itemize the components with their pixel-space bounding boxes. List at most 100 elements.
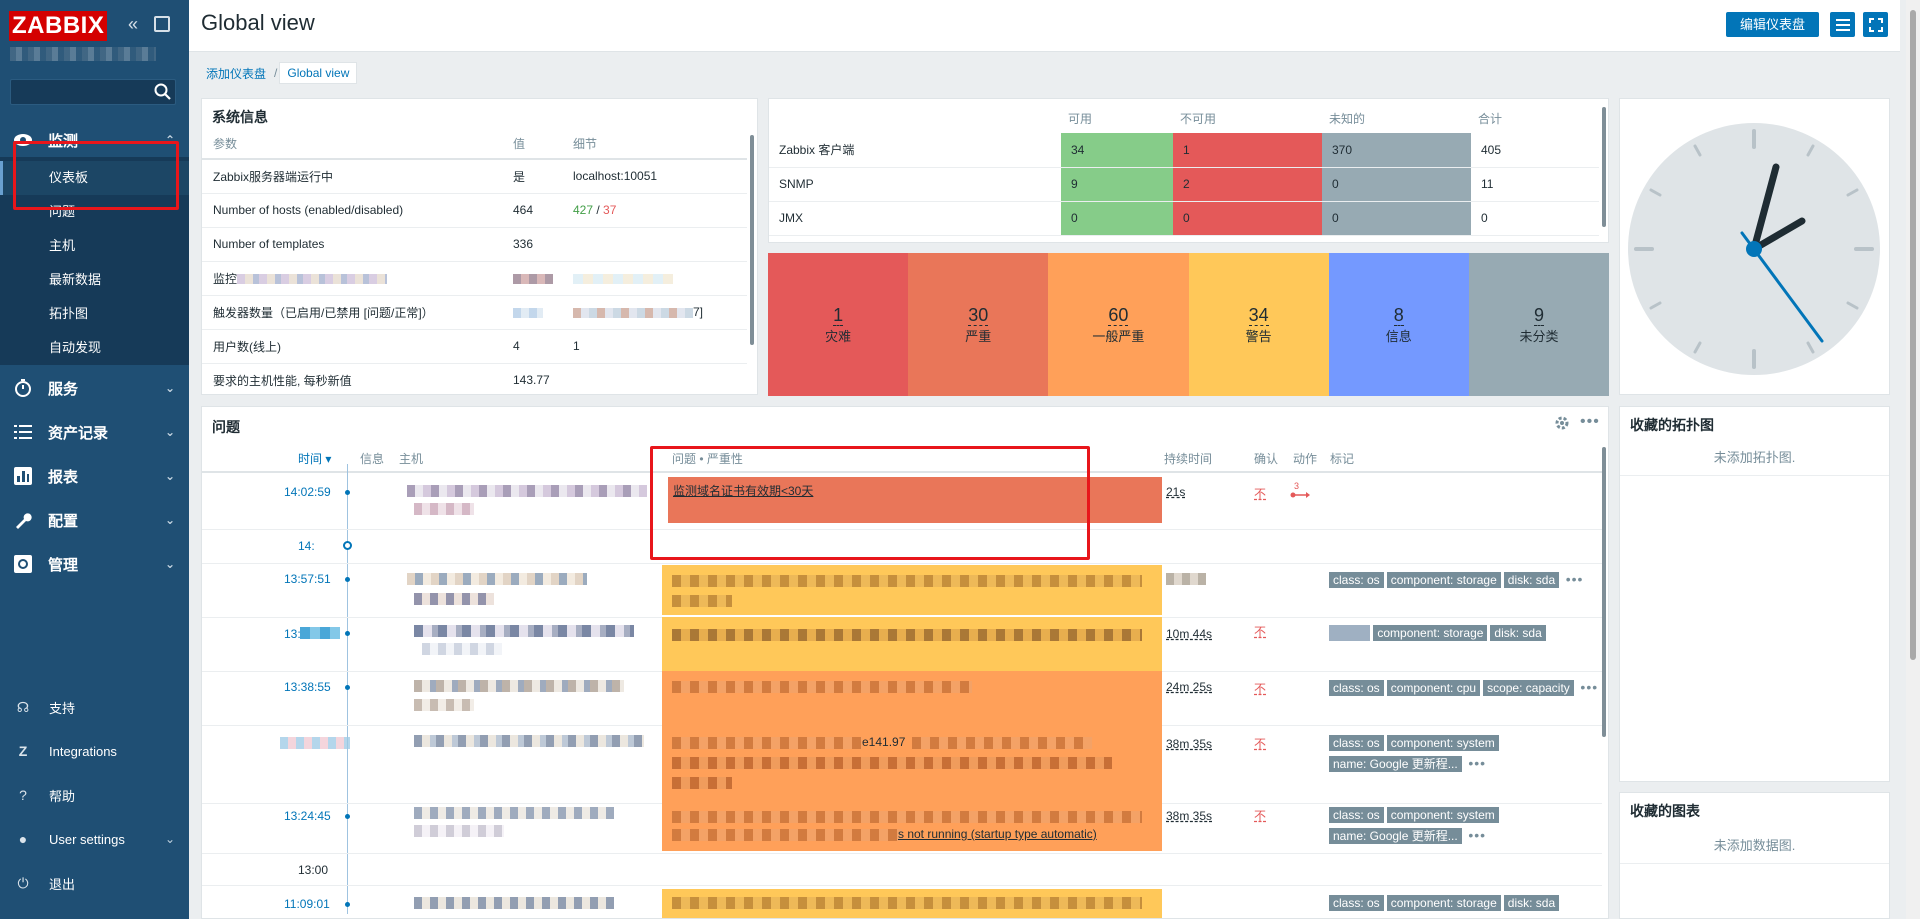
- tag[interactable]: component: system: [1386, 735, 1499, 751]
- submenu-discovery[interactable]: 自动发现: [0, 331, 189, 365]
- page-scrollbar-thumb[interactable]: [1910, 10, 1916, 660]
- row-available[interactable]: 9: [1061, 167, 1173, 202]
- tag[interactable]: class: os: [1329, 680, 1384, 696]
- edit-dashboard-button[interactable]: 编辑仪表盘: [1726, 12, 1819, 37]
- menu-reports[interactable]: 报表 ⌄: [0, 454, 189, 498]
- gear-icon[interactable]: [1554, 415, 1570, 431]
- system-info-scrollbar[interactable]: [750, 135, 754, 345]
- problem-cell[interactable]: e141.97: [662, 725, 1162, 803]
- problem-time[interactable]: 14:: [298, 539, 315, 553]
- problem-time[interactable]: 13:00: [298, 863, 328, 877]
- problem-duration[interactable]: 38m 35s: [1166, 737, 1212, 751]
- more-tags-icon[interactable]: •••: [1468, 755, 1486, 771]
- col-host[interactable]: 主机: [399, 450, 423, 467]
- breadcrumb-current[interactable]: Global view: [279, 62, 358, 84]
- sidebar-search-input[interactable]: [10, 79, 176, 105]
- menu-signout[interactable]: ⏻ 退出: [0, 865, 189, 901]
- menu-help[interactable]: ? 帮助: [0, 777, 189, 813]
- problem-cell[interactable]: [662, 565, 1162, 615]
- tag[interactable]: scope: capacity: [1483, 680, 1574, 696]
- row-unknown[interactable]: 370: [1322, 133, 1471, 168]
- submenu-hosts[interactable]: 主机: [0, 229, 189, 263]
- problem-duration[interactable]: 10m 44s: [1166, 627, 1212, 641]
- problem-time[interactable]: 13:24:45: [284, 809, 331, 823]
- problem-duration[interactable]: 24m 25s: [1166, 680, 1212, 694]
- tag[interactable]: component: storage: [1373, 625, 1488, 641]
- row-available[interactable]: 0: [1061, 201, 1173, 236]
- submenu-latest-data[interactable]: 最新数据: [0, 263, 189, 297]
- tag[interactable]: disk: sda: [1503, 572, 1560, 588]
- row-unavailable[interactable]: 0: [1173, 201, 1322, 236]
- tag[interactable]: name: Google 更新程...: [1329, 756, 1462, 772]
- row-available[interactable]: 34: [1061, 133, 1173, 168]
- problems-scrollbar[interactable]: [1602, 447, 1606, 737]
- fullscreen-button[interactable]: [1863, 12, 1888, 37]
- problem-duration[interactable]: 21s: [1166, 485, 1185, 499]
- severity-not-classified[interactable]: 9 未分类: [1468, 253, 1610, 396]
- tag[interactable]: class: os: [1329, 895, 1384, 911]
- row-total[interactable]: 0: [1471, 201, 1599, 236]
- tag[interactable]: component: cpu: [1386, 680, 1481, 696]
- tag[interactable]: component: storage: [1386, 572, 1501, 588]
- col-time[interactable]: 时间 ▾: [298, 450, 331, 467]
- tag[interactable]: component: storage: [1386, 895, 1501, 911]
- problem-cell[interactable]: [662, 617, 1162, 671]
- menu-support[interactable]: ☊ 支持: [0, 689, 189, 725]
- dashboard-actions-button[interactable]: [1830, 12, 1855, 37]
- more-tags-icon[interactable]: •••: [1580, 679, 1598, 695]
- problem-ack[interactable]: 不: [1254, 623, 1266, 640]
- more-options-icon[interactable]: •••: [1580, 413, 1600, 431]
- problem-time[interactable]: 13:57:51: [284, 572, 331, 586]
- page-scrollbar[interactable]: [1906, 0, 1920, 919]
- submenu-maps[interactable]: 拓扑图: [0, 297, 189, 331]
- menu-inventory[interactable]: 资产记录 ⌄: [0, 410, 189, 454]
- problem-time[interactable]: 13:38:55: [284, 680, 331, 694]
- kiosk-mode-icon[interactable]: [154, 16, 170, 32]
- host-availability-scrollbar[interactable]: [1602, 107, 1606, 227]
- severity-disaster[interactable]: 1 灾难: [768, 253, 909, 396]
- tag[interactable]: component: system: [1386, 807, 1499, 823]
- problem-fragment[interactable]: s not running (startup type automatic): [898, 827, 1097, 841]
- collapse-sidebar-icon[interactable]: «: [128, 14, 146, 34]
- action-count[interactable]: 3: [1294, 481, 1299, 491]
- menu-integrations[interactable]: Z Integrations: [0, 733, 189, 769]
- more-tags-icon[interactable]: •••: [1468, 827, 1486, 843]
- menu-administration[interactable]: 管理 ⌄: [0, 542, 189, 586]
- tag[interactable]: class: os: [1329, 572, 1384, 588]
- problem-ack[interactable]: 不: [1254, 735, 1266, 752]
- more-tags-icon[interactable]: •••: [1566, 571, 1584, 587]
- menu-services[interactable]: 服务 ⌄: [0, 366, 189, 410]
- problem-cell[interactable]: [662, 671, 1162, 725]
- problem-time[interactable]: 13:: [284, 627, 301, 641]
- problem-ack[interactable]: 不: [1254, 485, 1266, 502]
- tag[interactable]: [1329, 625, 1371, 641]
- problem-ack[interactable]: 不: [1254, 680, 1266, 697]
- severity-information[interactable]: 8 信息: [1328, 253, 1469, 396]
- row-total[interactable]: 11: [1471, 167, 1599, 202]
- problem-ack[interactable]: 不: [1254, 807, 1266, 824]
- menu-configuration[interactable]: 配置 ⌄: [0, 498, 189, 542]
- action-arrow-icon[interactable]: [1290, 491, 1310, 499]
- severity-warning[interactable]: 34 警告: [1188, 253, 1329, 396]
- problem-cell[interactable]: [662, 889, 1162, 918]
- problem-duration[interactable]: 38m 35s: [1166, 809, 1212, 823]
- menu-user-settings[interactable]: ● User settings ⌄: [0, 821, 189, 857]
- severity-high[interactable]: 30 严重: [908, 253, 1049, 396]
- search-icon[interactable]: [153, 82, 173, 102]
- row-unknown[interactable]: 0: [1322, 201, 1471, 236]
- severity-average[interactable]: 60 一般严重: [1048, 253, 1189, 396]
- tag[interactable]: disk: sda: [1490, 625, 1546, 641]
- row-unavailable[interactable]: 1: [1173, 133, 1322, 168]
- problem-time[interactable]: 11:09:01: [284, 897, 330, 911]
- breadcrumb-dashboards[interactable]: 添加仪表盘: [200, 65, 272, 82]
- tag[interactable]: name: Google 更新程...: [1329, 828, 1462, 844]
- problem-cell[interactable]: s not running (startup type automatic): [662, 803, 1162, 851]
- row-total[interactable]: 405: [1471, 133, 1599, 168]
- row-unavailable[interactable]: 2: [1173, 167, 1322, 202]
- row-unknown[interactable]: 0: [1322, 167, 1471, 202]
- tag[interactable]: class: os: [1329, 735, 1384, 751]
- problem-time[interactable]: 14:02:59: [284, 485, 331, 499]
- tag[interactable]: disk: sda: [1503, 895, 1560, 911]
- zabbix-logo[interactable]: ZABBIX: [9, 11, 108, 41]
- tag[interactable]: class: os: [1329, 807, 1384, 823]
